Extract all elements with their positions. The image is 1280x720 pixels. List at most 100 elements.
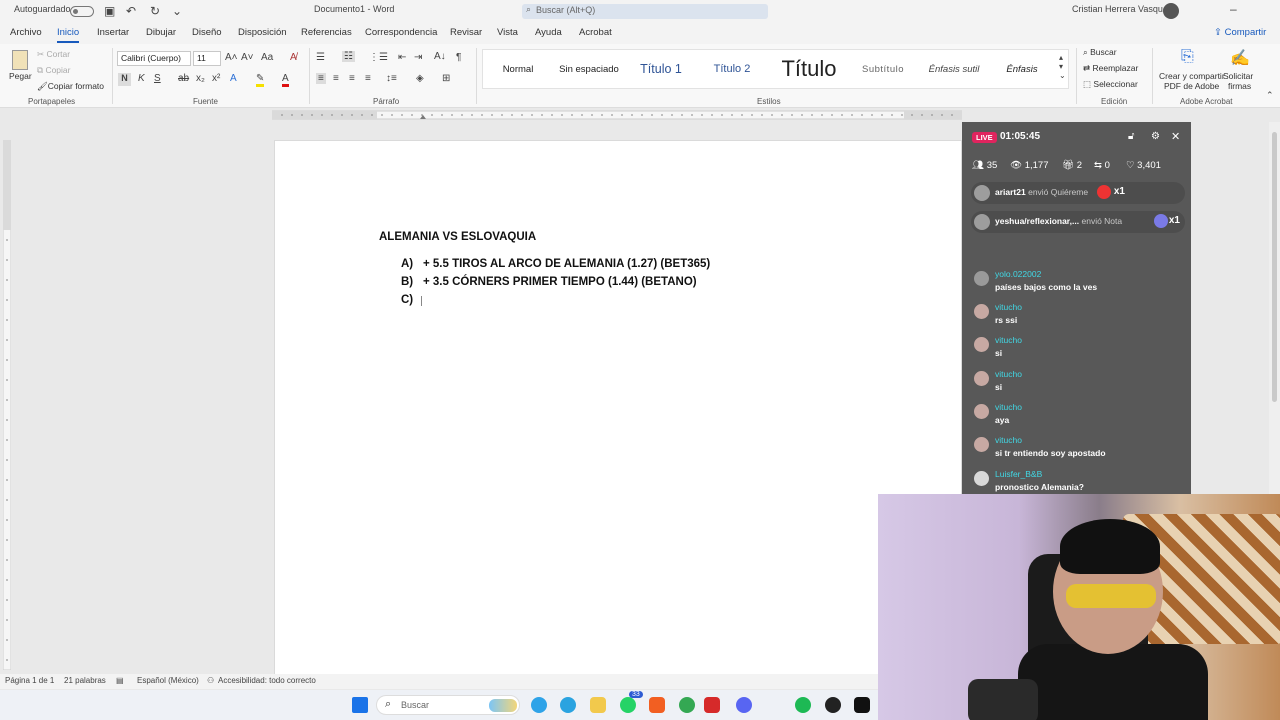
align-left-icon[interactable]: ≡ [316,73,326,84]
spotify-icon[interactable] [795,697,811,713]
cut-button[interactable]: ✂ Cortar [37,49,70,60]
chat-user[interactable]: vitucho [995,302,1022,312]
brave-icon[interactable] [649,697,665,713]
horizontal-ruler[interactable] [272,110,962,120]
tab-diseno[interactable]: Diseño [192,27,222,38]
grow-font-icon[interactable]: A˄ [225,52,238,63]
sort-icon[interactable]: A↓ [434,51,446,62]
style-titulo-2[interactable]: Título 2 [697,50,767,88]
paste-icon[interactable] [12,50,28,70]
windows-start-icon[interactable] [352,697,368,713]
redo-icon[interactable]: ↻ [150,4,160,18]
chat-user[interactable]: vitucho [995,335,1022,345]
telegram-icon[interactable] [560,697,576,713]
style-enfasis-sutil[interactable]: Énfasis sutil [919,50,989,88]
tab-archivo[interactable]: Archivo [10,27,42,38]
text-effects-icon[interactable]: A [230,73,237,84]
request-signatures-line1[interactable]: Solicitar [1223,71,1253,81]
replace-button[interactable]: ⇄ Reemplazar [1083,63,1138,74]
tab-referencias[interactable]: Referencias [301,27,352,38]
tab-revisar[interactable]: Revisar [450,27,482,38]
multilevel-list-icon[interactable]: ⋮☰ [369,52,388,63]
tab-insertar[interactable]: Insertar [97,27,129,38]
typora-icon[interactable] [704,697,720,713]
style-subtitulo[interactable]: Subtítulo [849,50,917,88]
shading-icon[interactable]: ◈ [416,73,424,84]
style-titulo-1[interactable]: Título 1 [629,50,693,88]
subscript-icon[interactable]: x₂ [196,73,205,84]
font-size-select[interactable]: 11 [193,51,221,66]
whatsapp-icon[interactable]: 33 [620,691,643,713]
tab-acrobat[interactable]: Acrobat [579,27,612,38]
proofing-icon[interactable]: ▤ [116,676,124,685]
settings-icon[interactable]: ⚙ [1151,131,1160,142]
font-color-icon[interactable]: A [282,73,289,87]
font-name-select[interactable]: Calibri (Cuerpo) [117,51,191,66]
align-right-icon[interactable]: ≡ [349,73,355,84]
customize-icon[interactable]: ⌄ [172,4,182,18]
request-signatures-line2[interactable]: firmas [1228,81,1251,91]
accessibility-status[interactable]: Accesibilidad: todo correcto [218,676,316,685]
borders-icon[interactable]: ⊞ [442,73,450,84]
superscript-icon[interactable]: x² [212,73,220,84]
search-box[interactable]: ⌕ Buscar (Alt+Q) [522,4,768,19]
tab-vista[interactable]: Vista [497,27,518,38]
justify-icon[interactable]: ≡ [365,73,371,84]
clear-format-icon[interactable]: A̸ [290,52,297,63]
chat-user[interactable]: vitucho [995,402,1022,412]
bold-button[interactable]: N [118,73,131,86]
discord-icon[interactable] [736,697,752,713]
pilcrow-icon[interactable]: ¶ [456,52,461,63]
document-page[interactable]: ALEMANIA VS ESLOVAQUIA A) + 5.5 TIROS AL… [274,140,962,676]
close-icon[interactable]: ✕ [1171,130,1180,143]
style-normal[interactable]: Normal [487,50,549,88]
strikethrough-icon[interactable]: ab [178,73,189,84]
undo-icon[interactable]: ↶ [126,4,136,18]
select-button[interactable]: ⬚ Seleccionar [1083,79,1138,90]
tab-correspondencia[interactable]: Correspondencia [365,27,437,38]
numbering-icon[interactable]: ☷ [342,51,355,62]
format-painter-button[interactable]: 🖌Copiar formato [37,81,104,92]
change-case-icon[interactable]: Aa [261,52,273,63]
share-button[interactable]: ⇪ Compartir [1214,27,1266,38]
style-titulo[interactable]: Título [771,50,847,88]
lock-icon[interactable]: 🔓︎ [1128,131,1134,142]
tab-dibujar[interactable]: Dibujar [146,27,176,38]
align-center-icon[interactable]: ≡ [333,73,339,84]
tiktok-icon[interactable] [854,697,870,713]
chat-user[interactable]: yolo.022002 [995,269,1041,279]
collapse-ribbon-icon[interactable]: ⌃ [1266,90,1274,101]
tab-ayuda[interactable]: Ayuda [535,27,562,38]
chat-user[interactable]: vitucho [995,369,1022,379]
chrome-icon[interactable] [679,697,695,713]
shrink-font-icon[interactable]: A˅ [241,52,254,63]
edge-icon[interactable] [531,697,547,713]
file-explorer-icon[interactable] [590,697,606,713]
taskbar-search[interactable]: ⌕ Buscar [376,695,520,715]
style-enfasis[interactable]: Énfasis [991,50,1053,88]
style-sin-espaciado[interactable]: Sin espaciado [553,50,625,88]
italic-button[interactable]: K [138,73,145,84]
minimize-icon[interactable]: – [1230,2,1237,16]
chat-user[interactable]: Luisfer_B&B [995,469,1042,479]
autosave-toggle[interactable] [70,6,94,17]
scrollbar-thumb[interactable] [1272,132,1277,402]
highlight-icon[interactable]: ✎ [256,73,265,87]
obs-icon[interactable] [825,697,841,713]
save-icon[interactable]: ▣ [104,4,115,18]
tab-disposicion[interactable]: Disposición [238,27,287,38]
chat-user[interactable]: vitucho [995,435,1022,445]
underline-button[interactable]: S [154,73,161,84]
word-count[interactable]: 21 palabras [64,676,106,685]
tab-inicio[interactable]: Inicio [57,27,80,43]
paste-button[interactable]: Pegar [9,71,32,81]
user-avatar[interactable] [1163,3,1179,19]
language[interactable]: Español (México) [137,676,199,685]
decrease-indent-icon[interactable]: ⇤ [398,52,406,63]
find-button[interactable]: ⌕ Buscar [1083,47,1117,58]
styles-scroll-icon[interactable]: ▴ ▾ ⌄ [1059,53,1066,80]
bullets-icon[interactable]: ☰ [316,52,325,63]
document-scrollbar[interactable] [1269,122,1280,494]
create-pdf-line2[interactable]: PDF de Adobe [1164,81,1219,91]
line-spacing-icon[interactable]: ↕≡ [386,73,397,84]
